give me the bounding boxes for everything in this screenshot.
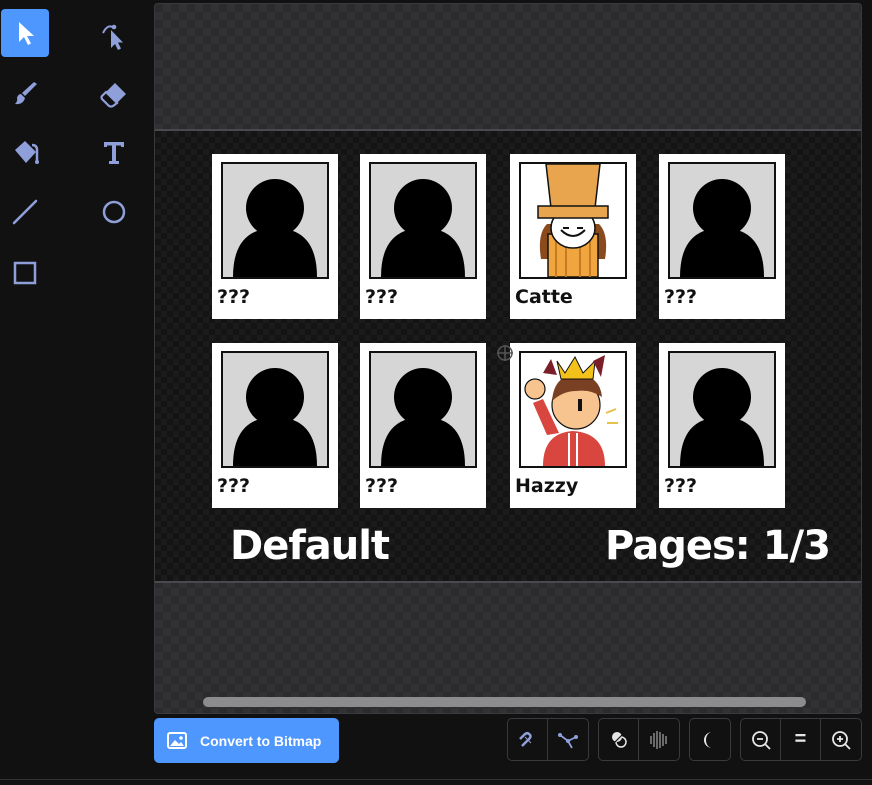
brush-icon	[15, 82, 37, 105]
character-card: Catte	[510, 154, 636, 319]
card-name: Catte	[515, 286, 573, 308]
convert-to-bitmap-label: Convert to Bitmap	[200, 732, 322, 749]
paint-canvas[interactable]: ??? ??? Catte ??? ??? ??? Hazzy ??? Defa…	[154, 3, 862, 714]
blur-icon	[611, 731, 627, 748]
zoom-group: =	[740, 718, 862, 761]
zoom-out-icon	[751, 730, 771, 750]
brush-tool[interactable]	[1, 70, 49, 118]
magnet-icon	[518, 731, 532, 747]
costume-image: ??? ??? Catte ??? ??? ??? Hazzy ??? Defa…	[155, 129, 861, 583]
snap-group	[507, 718, 589, 761]
circle-tool[interactable]	[90, 188, 138, 236]
equals-icon: =	[794, 728, 807, 750]
fill-bucket-icon	[15, 141, 39, 164]
card-name: ???	[664, 286, 698, 308]
rotation-center-icon	[497, 345, 513, 361]
card-name: ???	[365, 475, 399, 497]
dark-mode-button[interactable]	[690, 719, 729, 760]
magnet-snap-button[interactable]	[508, 719, 547, 760]
silhouette-icon	[381, 368, 465, 466]
divider	[0, 779, 872, 780]
circle-icon	[102, 200, 126, 224]
rectangle-tool[interactable]	[1, 249, 49, 297]
character-card: ???	[212, 154, 338, 319]
zoom-in-button[interactable]	[820, 719, 860, 760]
character-card: ???	[212, 343, 338, 508]
portrait-frame	[369, 162, 477, 279]
hazzy-portrait-icon	[524, 355, 618, 466]
zoom-out-button[interactable]	[741, 719, 780, 760]
horizontal-scrollbar[interactable]	[203, 697, 806, 707]
portrait-frame	[369, 351, 477, 468]
reshape-tool[interactable]	[90, 12, 138, 60]
card-name: Hazzy	[515, 475, 579, 497]
portrait-frame	[668, 351, 776, 468]
line-icon	[12, 199, 38, 225]
rectangle-icon	[13, 261, 37, 285]
blur-button[interactable]	[599, 719, 638, 760]
line-tool[interactable]	[1, 188, 49, 236]
portrait-frame	[519, 162, 627, 279]
snap-points-icon	[557, 732, 578, 748]
catte-portrait-icon	[537, 164, 609, 277]
zoom-reset-button[interactable]: =	[780, 719, 820, 760]
moon-icon	[703, 731, 712, 748]
theme-group	[689, 718, 731, 761]
silhouette-icon	[680, 368, 764, 466]
arrow-icon	[19, 22, 34, 45]
effects-group	[598, 718, 680, 761]
portrait-frame	[221, 162, 329, 279]
lines-icon	[649, 730, 667, 749]
portrait-frame	[668, 162, 776, 279]
pages-label: Pages: 1/3	[605, 523, 831, 569]
silhouette-icon	[381, 179, 465, 277]
silhouette-icon	[680, 179, 764, 277]
character-card: ???	[360, 154, 486, 319]
text-tool[interactable]	[90, 128, 138, 176]
snap-to-points-button[interactable]	[547, 719, 587, 760]
card-name: ???	[217, 286, 251, 308]
reshape-icon	[102, 24, 123, 50]
character-card: ???	[360, 343, 486, 508]
silhouette-icon	[233, 179, 317, 277]
portrait-frame	[221, 351, 329, 468]
zoom-in-icon	[831, 730, 851, 750]
convert-to-bitmap-button[interactable]: Convert to Bitmap	[154, 718, 339, 763]
eraser-icon	[100, 83, 126, 108]
character-card: ???	[659, 343, 785, 508]
card-name: ???	[664, 475, 698, 497]
eraser-tool[interactable]	[90, 70, 138, 118]
silhouette-icon	[233, 368, 317, 466]
portrait-frame	[519, 351, 627, 468]
fill-tool[interactable]	[1, 128, 49, 176]
character-card: Hazzy	[510, 343, 636, 508]
image-icon	[167, 731, 187, 749]
select-tool[interactable]	[1, 9, 49, 57]
card-name: ???	[365, 286, 399, 308]
text-icon	[104, 142, 124, 164]
card-name: ???	[217, 475, 251, 497]
default-label: Default	[230, 523, 390, 569]
character-card: ???	[659, 154, 785, 319]
noise-button[interactable]	[638, 719, 678, 760]
